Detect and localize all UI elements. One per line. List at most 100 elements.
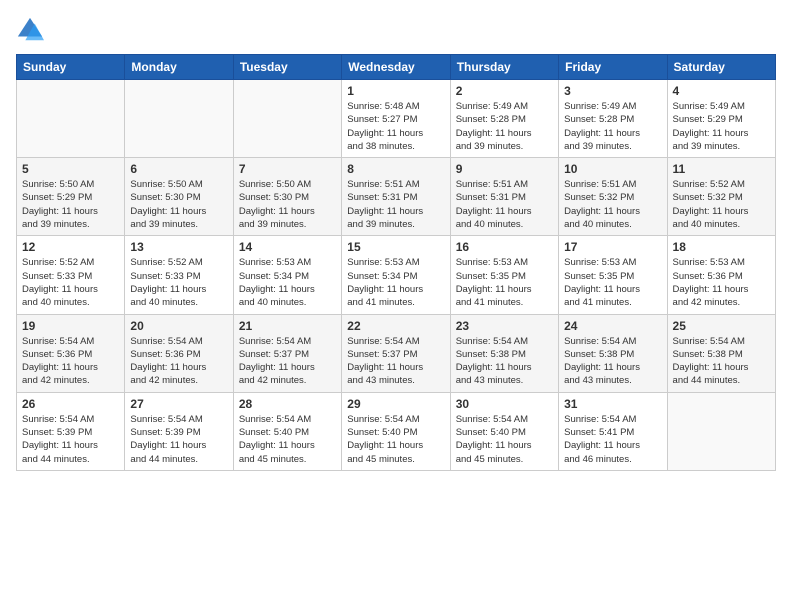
- day-info: Sunrise: 5:48 AM Sunset: 5:27 PM Dayligh…: [347, 100, 444, 153]
- calendar-cell: 14 Sunrise: 5:53 AM Sunset: 5:34 PM Dayli…: [233, 236, 341, 314]
- day-info: Sunrise: 5:53 AM Sunset: 5:35 PM Dayligh…: [456, 256, 553, 309]
- day-number: 28: [239, 397, 336, 411]
- day-info: Sunrise: 5:51 AM Sunset: 5:31 PM Dayligh…: [456, 178, 553, 231]
- calendar-cell: 16 Sunrise: 5:53 AM Sunset: 5:35 PM Dayli…: [450, 236, 558, 314]
- day-number: 24: [564, 319, 661, 333]
- calendar-cell: 7 Sunrise: 5:50 AM Sunset: 5:30 PM Daylig…: [233, 158, 341, 236]
- calendar-cell: 25 Sunrise: 5:54 AM Sunset: 5:38 PM Dayli…: [667, 314, 775, 392]
- weekday-header-monday: Monday: [125, 55, 233, 80]
- day-number: 29: [347, 397, 444, 411]
- calendar-week-1: 1 Sunrise: 5:48 AM Sunset: 5:27 PM Daylig…: [17, 80, 776, 158]
- day-number: 8: [347, 162, 444, 176]
- weekday-header-row: SundayMondayTuesdayWednesdayThursdayFrid…: [17, 55, 776, 80]
- calendar-cell: 13 Sunrise: 5:52 AM Sunset: 5:33 PM Dayli…: [125, 236, 233, 314]
- day-number: 30: [456, 397, 553, 411]
- day-info: Sunrise: 5:54 AM Sunset: 5:36 PM Dayligh…: [130, 335, 227, 388]
- day-info: Sunrise: 5:54 AM Sunset: 5:37 PM Dayligh…: [347, 335, 444, 388]
- calendar-cell: [233, 80, 341, 158]
- weekday-header-thursday: Thursday: [450, 55, 558, 80]
- day-info: Sunrise: 5:54 AM Sunset: 5:38 PM Dayligh…: [564, 335, 661, 388]
- day-info: Sunrise: 5:50 AM Sunset: 5:29 PM Dayligh…: [22, 178, 119, 231]
- day-info: Sunrise: 5:54 AM Sunset: 5:37 PM Dayligh…: [239, 335, 336, 388]
- calendar-cell: [17, 80, 125, 158]
- day-number: 25: [673, 319, 770, 333]
- day-number: 22: [347, 319, 444, 333]
- calendar-cell: 20 Sunrise: 5:54 AM Sunset: 5:36 PM Dayli…: [125, 314, 233, 392]
- weekday-header-friday: Friday: [559, 55, 667, 80]
- day-info: Sunrise: 5:54 AM Sunset: 5:38 PM Dayligh…: [673, 335, 770, 388]
- day-info: Sunrise: 5:53 AM Sunset: 5:34 PM Dayligh…: [239, 256, 336, 309]
- day-number: 31: [564, 397, 661, 411]
- day-number: 7: [239, 162, 336, 176]
- day-info: Sunrise: 5:52 AM Sunset: 5:32 PM Dayligh…: [673, 178, 770, 231]
- calendar-week-3: 12Sunrise: 5:52 AM Sunset: 5:33 PM Dayli…: [17, 236, 776, 314]
- calendar-cell: 29 Sunrise: 5:54 AM Sunset: 5:40 PM Dayli…: [342, 392, 450, 470]
- day-number: 6: [130, 162, 227, 176]
- day-info: Sunrise: 5:50 AM Sunset: 5:30 PM Dayligh…: [130, 178, 227, 231]
- day-info: Sunrise: 5:50 AM Sunset: 5:30 PM Dayligh…: [239, 178, 336, 231]
- day-number: 3: [564, 84, 661, 98]
- day-info: Sunrise: 5:51 AM Sunset: 5:31 PM Dayligh…: [347, 178, 444, 231]
- calendar-cell: 21 Sunrise: 5:54 AM Sunset: 5:37 PM Dayli…: [233, 314, 341, 392]
- calendar-table: SundayMondayTuesdayWednesdayThursdayFrid…: [16, 54, 776, 471]
- day-number: 1: [347, 84, 444, 98]
- day-info: Sunrise: 5:53 AM Sunset: 5:35 PM Dayligh…: [564, 256, 661, 309]
- day-info: Sunrise: 5:54 AM Sunset: 5:40 PM Dayligh…: [347, 413, 444, 466]
- calendar-cell: 23 Sunrise: 5:54 AM Sunset: 5:38 PM Dayli…: [450, 314, 558, 392]
- calendar-cell: 24 Sunrise: 5:54 AM Sunset: 5:38 PM Dayli…: [559, 314, 667, 392]
- calendar-cell: 22 Sunrise: 5:54 AM Sunset: 5:37 PM Dayli…: [342, 314, 450, 392]
- calendar-cell: 26 Sunrise: 5:54 AM Sunset: 5:39 PM Dayli…: [17, 392, 125, 470]
- day-number: 20: [130, 319, 227, 333]
- day-info: Sunrise: 5:49 AM Sunset: 5:28 PM Dayligh…: [564, 100, 661, 153]
- day-number: 11: [673, 162, 770, 176]
- day-info: Sunrise: 5:49 AM Sunset: 5:29 PM Dayligh…: [673, 100, 770, 153]
- day-number: 15: [347, 240, 444, 254]
- calendar-cell: 2 Sunrise: 5:49 AM Sunset: 5:28 PM Daylig…: [450, 80, 558, 158]
- day-info: Sunrise: 5:54 AM Sunset: 5:38 PM Dayligh…: [456, 335, 553, 388]
- day-info: Sunrise: 5:53 AM Sunset: 5:34 PM Dayligh…: [347, 256, 444, 309]
- weekday-header-sunday: Sunday: [17, 55, 125, 80]
- calendar-cell: 11 Sunrise: 5:52 AM Sunset: 5:32 PM Dayli…: [667, 158, 775, 236]
- day-info: Sunrise: 5:52 AM Sunset: 5:33 PM Dayligh…: [130, 256, 227, 309]
- day-info: Sunrise: 5:54 AM Sunset: 5:39 PM Dayligh…: [22, 413, 119, 466]
- day-number: 14: [239, 240, 336, 254]
- day-number: 10: [564, 162, 661, 176]
- day-number: 19: [22, 319, 119, 333]
- calendar-cell: 17 Sunrise: 5:53 AM Sunset: 5:35 PM Dayli…: [559, 236, 667, 314]
- day-number: 4: [673, 84, 770, 98]
- calendar-cell: 8 Sunrise: 5:51 AM Sunset: 5:31 PM Daylig…: [342, 158, 450, 236]
- day-number: 27: [130, 397, 227, 411]
- day-number: 17: [564, 240, 661, 254]
- calendar-week-4: 19 Sunrise: 5:54 AM Sunset: 5:36 PM Dayli…: [17, 314, 776, 392]
- page-header: [16, 16, 776, 44]
- day-info: Sunrise: 5:52 AM Sunset: 5:33 PM Dayligh…: [22, 256, 119, 309]
- day-number: 13: [130, 240, 227, 254]
- calendar-cell: 10 Sunrise: 5:51 AM Sunset: 5:32 PM Dayli…: [559, 158, 667, 236]
- calendar-week-5: 26 Sunrise: 5:54 AM Sunset: 5:39 PM Dayli…: [17, 392, 776, 470]
- calendar-cell: 12Sunrise: 5:52 AM Sunset: 5:33 PM Dayli…: [17, 236, 125, 314]
- day-number: 2: [456, 84, 553, 98]
- logo-icon: [16, 16, 44, 44]
- day-number: 16: [456, 240, 553, 254]
- calendar-cell: 6 Sunrise: 5:50 AM Sunset: 5:30 PM Daylig…: [125, 158, 233, 236]
- calendar-cell: 9Sunrise: 5:51 AM Sunset: 5:31 PM Daylig…: [450, 158, 558, 236]
- calendar-cell: 19Sunrise: 5:54 AM Sunset: 5:36 PM Dayli…: [17, 314, 125, 392]
- calendar-cell: [125, 80, 233, 158]
- calendar-cell: [667, 392, 775, 470]
- calendar-cell: 27 Sunrise: 5:54 AM Sunset: 5:39 PM Dayli…: [125, 392, 233, 470]
- day-number: 23: [456, 319, 553, 333]
- day-info: Sunrise: 5:51 AM Sunset: 5:32 PM Dayligh…: [564, 178, 661, 231]
- calendar-cell: 15 Sunrise: 5:53 AM Sunset: 5:34 PM Dayli…: [342, 236, 450, 314]
- calendar-cell: 4 Sunrise: 5:49 AM Sunset: 5:29 PM Daylig…: [667, 80, 775, 158]
- day-number: 5: [22, 162, 119, 176]
- calendar-week-2: 5 Sunrise: 5:50 AM Sunset: 5:29 PM Daylig…: [17, 158, 776, 236]
- day-number: 18: [673, 240, 770, 254]
- logo: [16, 16, 48, 44]
- day-info: Sunrise: 5:54 AM Sunset: 5:39 PM Dayligh…: [130, 413, 227, 466]
- day-info: Sunrise: 5:49 AM Sunset: 5:28 PM Dayligh…: [456, 100, 553, 153]
- weekday-header-wednesday: Wednesday: [342, 55, 450, 80]
- day-info: Sunrise: 5:54 AM Sunset: 5:40 PM Dayligh…: [239, 413, 336, 466]
- day-number: 21: [239, 319, 336, 333]
- calendar-cell: 3 Sunrise: 5:49 AM Sunset: 5:28 PM Daylig…: [559, 80, 667, 158]
- day-number: 26: [22, 397, 119, 411]
